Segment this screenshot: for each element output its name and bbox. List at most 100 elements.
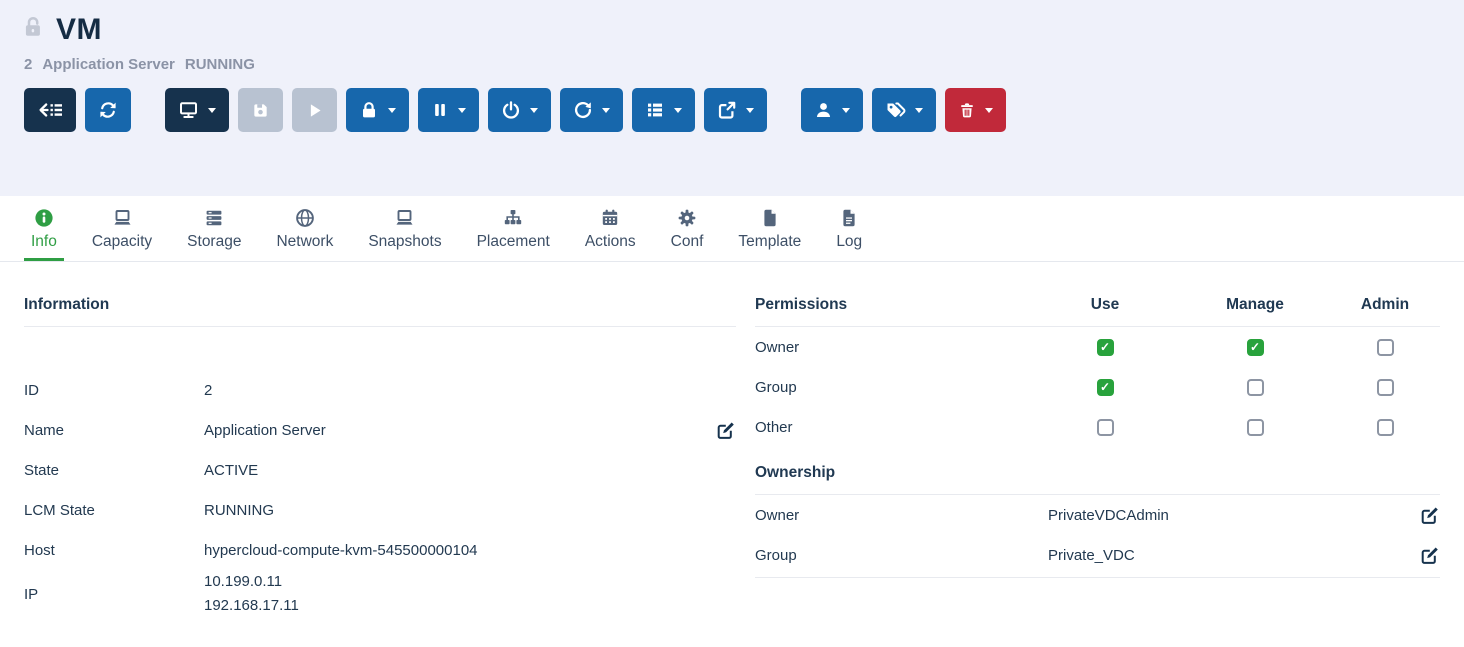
- gear-icon: [677, 208, 697, 228]
- info-row-ip: IP 10.199.0.11 192.168.17.11: [24, 570, 736, 618]
- toolbar: [0, 73, 1464, 132]
- info-row-name: Name Application Server: [24, 410, 736, 450]
- row-label: State: [24, 462, 204, 479]
- lock-icon: [359, 100, 379, 120]
- vm-id: 2: [24, 56, 32, 73]
- permission-row-group: Group: [755, 367, 1440, 407]
- checkbox-group-admin[interactable]: [1377, 379, 1394, 396]
- permissions-section-title: Permissions: [755, 296, 1030, 314]
- row-label: LCM State: [24, 502, 204, 519]
- checkbox-other-admin[interactable]: [1377, 419, 1394, 436]
- tab-storage[interactable]: Storage: [180, 196, 248, 261]
- unlock-icon: [24, 16, 47, 44]
- tab-actions[interactable]: Actions: [578, 196, 643, 261]
- reboot-dropdown-button[interactable]: [560, 88, 623, 132]
- column-header-admin: Admin: [1330, 296, 1440, 314]
- chevron-down-icon: [674, 108, 682, 113]
- checkbox-other-use[interactable]: [1097, 419, 1114, 436]
- permission-row-other: Other: [755, 407, 1440, 447]
- checkbox-group-use[interactable]: [1097, 379, 1114, 396]
- row-value: Application Server: [204, 422, 702, 439]
- chevron-down-icon: [842, 108, 850, 113]
- console-dropdown-button[interactable]: [165, 88, 229, 132]
- checkbox-owner-admin[interactable]: [1377, 339, 1394, 356]
- info-circle-icon: [34, 208, 54, 228]
- row-value: hypercloud-compute-kvm-545500000104: [204, 542, 702, 559]
- row-value: Private_VDC: [1048, 547, 1406, 564]
- row-label: Owner: [755, 339, 1030, 356]
- laptop-icon: [112, 208, 133, 228]
- checkbox-group-manage[interactable]: [1247, 379, 1264, 396]
- page-header: VM 2 Application Server RUNNING: [0, 0, 1464, 73]
- row-value: RUNNING: [204, 502, 702, 519]
- checkbox-owner-use[interactable]: [1097, 339, 1114, 356]
- information-section-title: Information: [24, 262, 736, 327]
- server-icon: [204, 208, 224, 228]
- spacer: [24, 327, 736, 370]
- play-icon: [305, 101, 324, 120]
- refresh-icon: [98, 100, 118, 120]
- info-tab-content: Information ID 2 Name Application Server…: [0, 262, 1464, 618]
- power-dropdown-button[interactable]: [488, 88, 551, 132]
- info-row-host: Host hypercloud-compute-kvm-545500000104: [24, 530, 736, 570]
- column-header-use: Use: [1030, 296, 1180, 314]
- row-value: 10.199.0.11 192.168.17.11: [204, 570, 702, 618]
- list-icon: [645, 100, 665, 120]
- tab-label: Snapshots: [368, 233, 441, 251]
- save-button: [238, 88, 283, 132]
- labels-dropdown-button[interactable]: [872, 88, 936, 132]
- row-label: IP: [24, 586, 204, 603]
- tab-template[interactable]: Template: [731, 196, 808, 261]
- chevron-down-icon: [208, 108, 216, 113]
- permissions-ownership-panel: Permissions Use Manage Admin Owner Group…: [755, 262, 1440, 618]
- vm-state-badge: RUNNING: [185, 56, 255, 73]
- suspend-dropdown-button[interactable]: [418, 88, 479, 132]
- sitemap-icon: [503, 208, 523, 228]
- monitor-console-icon: [178, 100, 199, 120]
- tab-snapshots[interactable]: Snapshots: [361, 196, 448, 261]
- delete-dropdown-button[interactable]: [945, 88, 1006, 132]
- file-lines-icon: [839, 208, 859, 228]
- tab-network[interactable]: Network: [269, 196, 340, 261]
- vm-subtitle: 2 Application Server RUNNING: [24, 56, 1464, 73]
- ownership-dropdown-button[interactable]: [801, 88, 863, 132]
- checkbox-owner-manage[interactable]: [1247, 339, 1264, 356]
- tab-label: Conf: [671, 233, 704, 251]
- list-dropdown-button[interactable]: [632, 88, 695, 132]
- chevron-down-icon: [746, 108, 754, 113]
- row-label: Other: [755, 419, 1030, 436]
- tab-label: Template: [738, 233, 801, 251]
- file-icon: [760, 208, 780, 228]
- calendar-icon: [600, 208, 620, 228]
- refresh-button[interactable]: [85, 88, 131, 132]
- edit-name-button[interactable]: [702, 420, 736, 440]
- share-dropdown-button[interactable]: [704, 88, 767, 132]
- ownership-row-group: Group Private_VDC: [755, 535, 1440, 575]
- tab-label: Actions: [585, 233, 636, 251]
- tab-log[interactable]: Log: [829, 196, 869, 261]
- edit-icon: [1420, 545, 1440, 565]
- globe-icon: [295, 208, 315, 228]
- row-label: Group: [755, 547, 1048, 564]
- tab-capacity[interactable]: Capacity: [85, 196, 159, 261]
- row-value: PrivateVDCAdmin: [1048, 507, 1406, 524]
- tab-label: Network: [276, 233, 333, 251]
- tab-conf[interactable]: Conf: [664, 196, 711, 261]
- user-icon: [814, 100, 833, 120]
- back-to-list-button[interactable]: [24, 88, 76, 132]
- edit-owner-button[interactable]: [1406, 505, 1440, 525]
- vm-tabs: Info Capacity Storage: [0, 196, 1464, 262]
- edit-group-button[interactable]: [1406, 545, 1440, 565]
- chevron-down-icon: [985, 108, 993, 113]
- row-value: ACTIVE: [204, 462, 702, 479]
- share-icon: [717, 100, 737, 120]
- permission-row-owner: Owner: [755, 327, 1440, 367]
- tags-icon: [885, 100, 906, 120]
- tab-placement[interactable]: Placement: [470, 196, 557, 261]
- checkbox-other-manage[interactable]: [1247, 419, 1264, 436]
- info-row-id: ID 2: [24, 370, 736, 410]
- ownership-section-title: Ownership: [755, 447, 1440, 495]
- lock-dropdown-button[interactable]: [346, 88, 409, 132]
- column-header-manage: Manage: [1180, 296, 1330, 314]
- tab-info[interactable]: Info: [24, 196, 64, 261]
